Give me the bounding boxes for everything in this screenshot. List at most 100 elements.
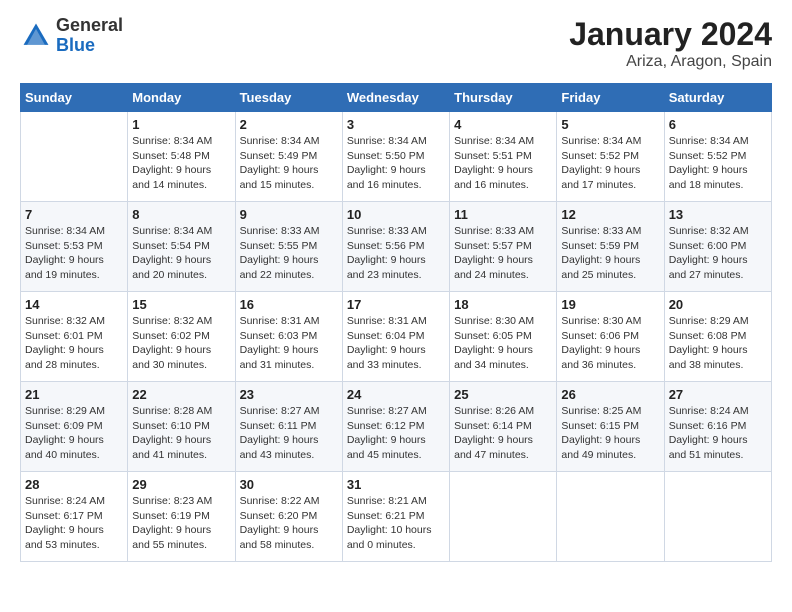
day-info: Sunrise: 8:34 AMSunset: 5:49 PMDaylight:… bbox=[240, 134, 338, 193]
day-number: 20 bbox=[669, 297, 767, 312]
day-number: 18 bbox=[454, 297, 552, 312]
calendar-cell: 12 Sunrise: 8:33 AMSunset: 5:59 PMDayligh… bbox=[557, 202, 664, 292]
calendar-cell: 24Sunrise: 8:27 AMSunset: 6:12 PMDayligh… bbox=[342, 382, 449, 472]
calendar-cell: 8 Sunrise: 8:34 AMSunset: 5:54 PMDaylight… bbox=[128, 202, 235, 292]
day-info: Sunrise: 8:33 AMSunset: 5:57 PMDaylight:… bbox=[454, 224, 552, 283]
day-number: 1 bbox=[132, 117, 230, 132]
day-info: Sunrise: 8:34 AMSunset: 5:54 PMDaylight:… bbox=[132, 224, 230, 283]
day-info: Sunrise: 8:34 AMSunset: 5:51 PMDaylight:… bbox=[454, 134, 552, 193]
day-number: 10 bbox=[347, 207, 445, 222]
day-info: Sunrise: 8:26 AMSunset: 6:14 PMDaylight:… bbox=[454, 404, 552, 463]
day-info: Sunrise: 8:24 AMSunset: 6:16 PMDaylight:… bbox=[669, 404, 767, 463]
day-number: 29 bbox=[132, 477, 230, 492]
calendar-cell: 20 Sunrise: 8:29 AMSunset: 6:08 PMDayligh… bbox=[664, 292, 771, 382]
calendar-cell: 31 Sunrise: 8:21 AMSunset: 6:21 PMDayligh… bbox=[342, 472, 449, 562]
calendar-cell: 30 Sunrise: 8:22 AMSunset: 6:20 PMDayligh… bbox=[235, 472, 342, 562]
calendar-cell: 9 Sunrise: 8:33 AMSunset: 5:55 PMDaylight… bbox=[235, 202, 342, 292]
calendar-cell: 14Sunrise: 8:32 AMSunset: 6:01 PMDayligh… bbox=[21, 292, 128, 382]
day-number: 30 bbox=[240, 477, 338, 492]
week-row-3: 21Sunrise: 8:29 AMSunset: 6:09 PMDayligh… bbox=[21, 382, 772, 472]
day-info: Sunrise: 8:34 AMSunset: 5:52 PMDaylight:… bbox=[561, 134, 659, 193]
calendar-cell bbox=[557, 472, 664, 562]
day-info: Sunrise: 8:21 AMSunset: 6:21 PMDaylight:… bbox=[347, 494, 445, 553]
day-number: 19 bbox=[561, 297, 659, 312]
day-info: Sunrise: 8:23 AMSunset: 6:19 PMDaylight:… bbox=[132, 494, 230, 553]
day-number: 7 bbox=[25, 207, 123, 222]
logo: General Blue bbox=[20, 16, 123, 56]
calendar-cell: 19 Sunrise: 8:30 AMSunset: 6:06 PMDayligh… bbox=[557, 292, 664, 382]
calendar-header: SundayMondayTuesdayWednesdayThursdayFrid… bbox=[21, 84, 772, 112]
day-info: Sunrise: 8:25 AMSunset: 6:15 PMDaylight:… bbox=[561, 404, 659, 463]
calendar-cell: 21Sunrise: 8:29 AMSunset: 6:09 PMDayligh… bbox=[21, 382, 128, 472]
calendar-cell: 10 Sunrise: 8:33 AMSunset: 5:56 PMDayligh… bbox=[342, 202, 449, 292]
calendar-cell: 17Sunrise: 8:31 AMSunset: 6:04 PMDayligh… bbox=[342, 292, 449, 382]
page-subtitle: Ariza, Aragon, Spain bbox=[569, 53, 772, 71]
day-number: 22 bbox=[132, 387, 230, 402]
day-number: 9 bbox=[240, 207, 338, 222]
day-number: 27 bbox=[669, 387, 767, 402]
week-row-1: 7 Sunrise: 8:34 AMSunset: 5:53 PMDaylight… bbox=[21, 202, 772, 292]
calendar-cell: 11 Sunrise: 8:33 AMSunset: 5:57 PMDayligh… bbox=[450, 202, 557, 292]
day-number: 24 bbox=[347, 387, 445, 402]
header-day-thursday: Thursday bbox=[450, 84, 557, 112]
logo-icon bbox=[20, 20, 52, 52]
calendar-cell: 26Sunrise: 8:25 AMSunset: 6:15 PMDayligh… bbox=[557, 382, 664, 472]
calendar-cell: 16Sunrise: 8:31 AMSunset: 6:03 PMDayligh… bbox=[235, 292, 342, 382]
day-info: Sunrise: 8:27 AMSunset: 6:11 PMDaylight:… bbox=[240, 404, 338, 463]
day-info: Sunrise: 8:28 AMSunset: 6:10 PMDaylight:… bbox=[132, 404, 230, 463]
day-info: Sunrise: 8:32 AMSunset: 6:00 PMDaylight:… bbox=[669, 224, 767, 283]
calendar-cell: 29 Sunrise: 8:23 AMSunset: 6:19 PMDayligh… bbox=[128, 472, 235, 562]
calendar-cell: 15 Sunrise: 8:32 AMSunset: 6:02 PMDayligh… bbox=[128, 292, 235, 382]
day-info: Sunrise: 8:34 AMSunset: 5:53 PMDaylight:… bbox=[25, 224, 123, 283]
calendar-cell: 7 Sunrise: 8:34 AMSunset: 5:53 PMDaylight… bbox=[21, 202, 128, 292]
day-info: Sunrise: 8:33 AMSunset: 5:56 PMDaylight:… bbox=[347, 224, 445, 283]
header-day-saturday: Saturday bbox=[664, 84, 771, 112]
day-info: Sunrise: 8:34 AMSunset: 5:52 PMDaylight:… bbox=[669, 134, 767, 193]
calendar-cell: 13 Sunrise: 8:32 AMSunset: 6:00 PMDayligh… bbox=[664, 202, 771, 292]
day-number: 8 bbox=[132, 207, 230, 222]
calendar-cell: 22 Sunrise: 8:28 AMSunset: 6:10 PMDayligh… bbox=[128, 382, 235, 472]
header-day-wednesday: Wednesday bbox=[342, 84, 449, 112]
calendar-cell: 18 Sunrise: 8:30 AMSunset: 6:05 PMDayligh… bbox=[450, 292, 557, 382]
title-block: January 2024 Ariza, Aragon, Spain bbox=[569, 16, 772, 71]
logo-blue: Blue bbox=[56, 35, 95, 55]
day-info: Sunrise: 8:30 AMSunset: 6:05 PMDaylight:… bbox=[454, 314, 552, 373]
day-number: 14 bbox=[25, 297, 123, 312]
header-day-tuesday: Tuesday bbox=[235, 84, 342, 112]
day-info: Sunrise: 8:33 AMSunset: 5:59 PMDaylight:… bbox=[561, 224, 659, 283]
logo-general: General bbox=[56, 15, 123, 35]
calendar-cell: 2 Sunrise: 8:34 AMSunset: 5:49 PMDaylight… bbox=[235, 112, 342, 202]
page-title: January 2024 bbox=[569, 16, 772, 53]
calendar-cell: 28 Sunrise: 8:24 AMSunset: 6:17 PMDayligh… bbox=[21, 472, 128, 562]
day-number: 28 bbox=[25, 477, 123, 492]
header-day-monday: Monday bbox=[128, 84, 235, 112]
day-info: Sunrise: 8:29 AMSunset: 6:08 PMDaylight:… bbox=[669, 314, 767, 373]
week-row-4: 28 Sunrise: 8:24 AMSunset: 6:17 PMDayligh… bbox=[21, 472, 772, 562]
day-info: Sunrise: 8:22 AMSunset: 6:20 PMDaylight:… bbox=[240, 494, 338, 553]
calendar-cell: 5Sunrise: 8:34 AMSunset: 5:52 PMDaylight… bbox=[557, 112, 664, 202]
day-info: Sunrise: 8:33 AMSunset: 5:55 PMDaylight:… bbox=[240, 224, 338, 283]
day-info: Sunrise: 8:34 AMSunset: 5:48 PMDaylight:… bbox=[132, 134, 230, 193]
day-number: 23 bbox=[240, 387, 338, 402]
calendar-cell: 1 Sunrise: 8:34 AMSunset: 5:48 PMDaylight… bbox=[128, 112, 235, 202]
day-info: Sunrise: 8:30 AMSunset: 6:06 PMDaylight:… bbox=[561, 314, 659, 373]
day-number: 11 bbox=[454, 207, 552, 222]
calendar-cell: 23 Sunrise: 8:27 AMSunset: 6:11 PMDayligh… bbox=[235, 382, 342, 472]
logo-text: General Blue bbox=[56, 16, 123, 56]
page-header: General Blue January 2024 Ariza, Aragon,… bbox=[20, 16, 772, 71]
day-number: 17 bbox=[347, 297, 445, 312]
week-row-0: 1 Sunrise: 8:34 AMSunset: 5:48 PMDaylight… bbox=[21, 112, 772, 202]
header-row: SundayMondayTuesdayWednesdayThursdayFrid… bbox=[21, 84, 772, 112]
day-number: 4 bbox=[454, 117, 552, 132]
week-row-2: 14Sunrise: 8:32 AMSunset: 6:01 PMDayligh… bbox=[21, 292, 772, 382]
day-number: 31 bbox=[347, 477, 445, 492]
day-info: Sunrise: 8:24 AMSunset: 6:17 PMDaylight:… bbox=[25, 494, 123, 553]
calendar-cell: 4 Sunrise: 8:34 AMSunset: 5:51 PMDaylight… bbox=[450, 112, 557, 202]
day-info: Sunrise: 8:32 AMSunset: 6:02 PMDaylight:… bbox=[132, 314, 230, 373]
day-number: 12 bbox=[561, 207, 659, 222]
day-number: 13 bbox=[669, 207, 767, 222]
day-number: 15 bbox=[132, 297, 230, 312]
calendar-cell bbox=[21, 112, 128, 202]
day-info: Sunrise: 8:29 AMSunset: 6:09 PMDaylight:… bbox=[25, 404, 123, 463]
day-number: 2 bbox=[240, 117, 338, 132]
